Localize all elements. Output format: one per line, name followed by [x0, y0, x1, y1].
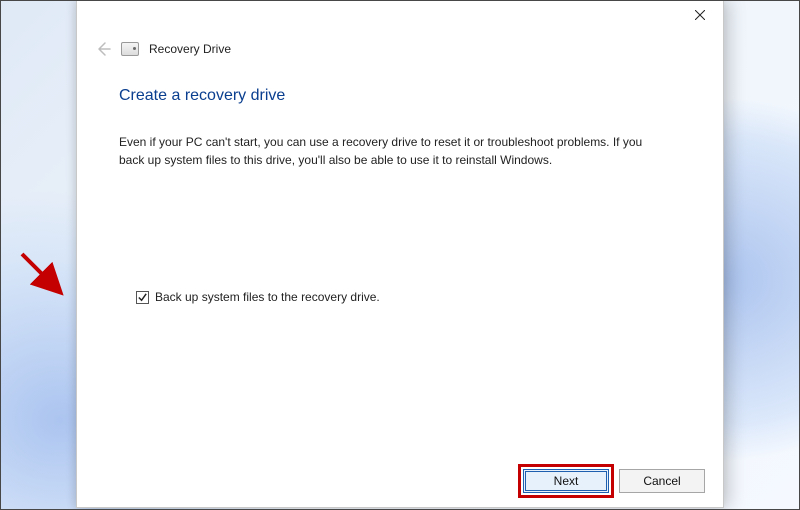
drive-icon: [121, 42, 139, 56]
close-button[interactable]: [677, 1, 723, 29]
page-description: Even if your PC can't start, you can use…: [119, 133, 659, 169]
titlebar: [77, 1, 723, 29]
dialog-content: Create a recovery drive Even if your PC …: [77, 63, 723, 169]
backup-checkbox-label: Back up system files to the recovery dri…: [155, 290, 380, 304]
backup-checkbox-row[interactable]: Back up system files to the recovery dri…: [136, 290, 380, 304]
cancel-button-label: Cancel: [643, 474, 680, 488]
dialog-buttons: Next Cancel: [523, 469, 705, 493]
page-title: Create a recovery drive: [119, 87, 681, 105]
back-arrow-icon: [95, 41, 111, 57]
next-button[interactable]: Next: [523, 469, 609, 493]
next-button-label: Next: [554, 474, 579, 488]
backup-checkbox[interactable]: [136, 291, 149, 304]
dialog-app-title: Recovery Drive: [149, 42, 231, 56]
close-icon: [695, 10, 705, 20]
cancel-button[interactable]: Cancel: [619, 469, 705, 493]
recovery-drive-dialog: Recovery Drive Create a recovery drive E…: [76, 0, 724, 508]
checkmark-icon: [137, 292, 148, 303]
dialog-header: Recovery Drive: [77, 29, 723, 63]
